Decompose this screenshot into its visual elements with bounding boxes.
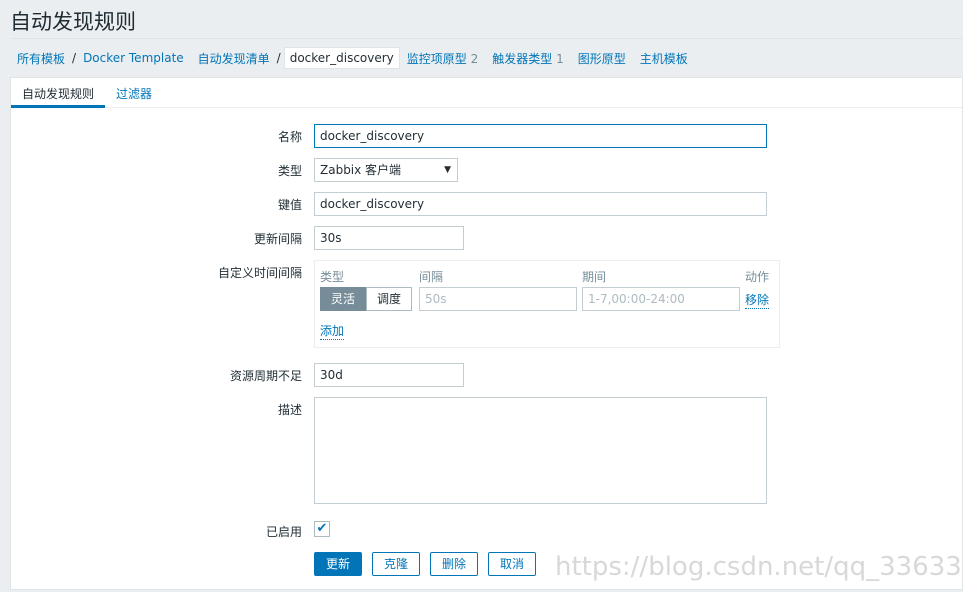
- nav-host-prototypes[interactable]: 主机模板: [633, 50, 695, 67]
- lifetime-label: 资源周期不足: [229, 369, 302, 383]
- name-input[interactable]: docker_discovery: [314, 124, 767, 148]
- interval-label: 更新间隔: [253, 232, 302, 246]
- custom-period-input[interactable]: 1-7,00:00-24:00: [582, 287, 740, 311]
- nav-item-prototypes[interactable]: 监控项原型 2: [400, 50, 485, 67]
- watermark: https://blog.csdn.net/qq_33633013: [555, 552, 963, 582]
- description-label: 描述: [277, 403, 302, 417]
- form-panel: 自动发现规则 过滤器 名称 docker_discovery 类型 Zabbix…: [10, 77, 963, 590]
- interval-input[interactable]: 30s: [314, 226, 464, 250]
- remove-link[interactable]: 移除: [745, 291, 770, 309]
- nav-count: 2: [470, 51, 479, 66]
- tab-filters[interactable]: 过滤器: [105, 78, 163, 108]
- delete-button[interactable]: 删除: [430, 552, 479, 576]
- enabled-checkbox[interactable]: ✔: [314, 521, 330, 537]
- nav-label: 触发器类型: [492, 51, 553, 66]
- breadcrumb-discovery-list[interactable]: 自动发现清单: [191, 50, 277, 67]
- cancel-button[interactable]: 取消: [488, 552, 537, 576]
- scheduling-option[interactable]: 调度: [366, 287, 413, 311]
- interval-type-toggle: 灵活 调度: [320, 287, 413, 311]
- type-value: Zabbix 客户端: [320, 163, 402, 177]
- breadcrumb-all-templates[interactable]: 所有模板: [10, 50, 72, 67]
- description-textarea[interactable]: [314, 397, 767, 504]
- enabled-label: 已启用: [265, 525, 302, 539]
- custom-intervals-table: 类型 间隔 期间 动作 灵活 调度 50s 1-7,00:00-24:00 移除…: [314, 260, 780, 348]
- type-select[interactable]: Zabbix 客户端 ▼: [314, 158, 458, 182]
- divider: [10, 38, 963, 39]
- key-label: 键值: [277, 198, 302, 212]
- clone-button[interactable]: 克隆: [372, 552, 421, 576]
- col-type: 类型: [320, 270, 345, 284]
- breadcrumb-template[interactable]: Docker Template: [76, 51, 191, 65]
- col-action: 动作: [745, 270, 770, 284]
- custom-intervals-label: 自定义时间间隔: [217, 266, 302, 280]
- name-label: 名称: [277, 130, 302, 144]
- nav-label: 监控项原型: [406, 51, 467, 66]
- nav-trigger-prototypes[interactable]: 触发器类型 1: [485, 50, 570, 67]
- col-period: 期间: [582, 270, 607, 284]
- nav-count: 1: [556, 51, 564, 66]
- breadcrumb-current: docker_discovery: [283, 47, 400, 69]
- lifetime-input[interactable]: 30d: [314, 363, 464, 387]
- breadcrumb: 所有模板 / Docker Template 自动发现清单 / docker_dis…: [10, 46, 695, 70]
- type-label: 类型: [277, 164, 302, 178]
- key-input[interactable]: docker_discovery: [314, 192, 767, 216]
- nav-graph-prototypes[interactable]: 图形原型: [571, 50, 633, 67]
- breadcrumb-separator: /: [276, 51, 281, 65]
- tab-discovery-rule[interactable]: 自动发现规则: [11, 78, 106, 108]
- col-interval: 间隔: [419, 270, 444, 284]
- checkmark-icon: ✔: [316, 521, 328, 536]
- tabs: 自动发现规则 过滤器: [11, 78, 962, 108]
- flexible-option[interactable]: 灵活: [320, 287, 367, 311]
- page-title: 自动发现规则: [10, 10, 136, 34]
- custom-interval-input[interactable]: 50s: [419, 287, 577, 311]
- dropdown-arrow-icon: ▼: [444, 165, 451, 175]
- add-link[interactable]: 添加: [320, 322, 345, 340]
- update-button[interactable]: 更新: [314, 552, 363, 576]
